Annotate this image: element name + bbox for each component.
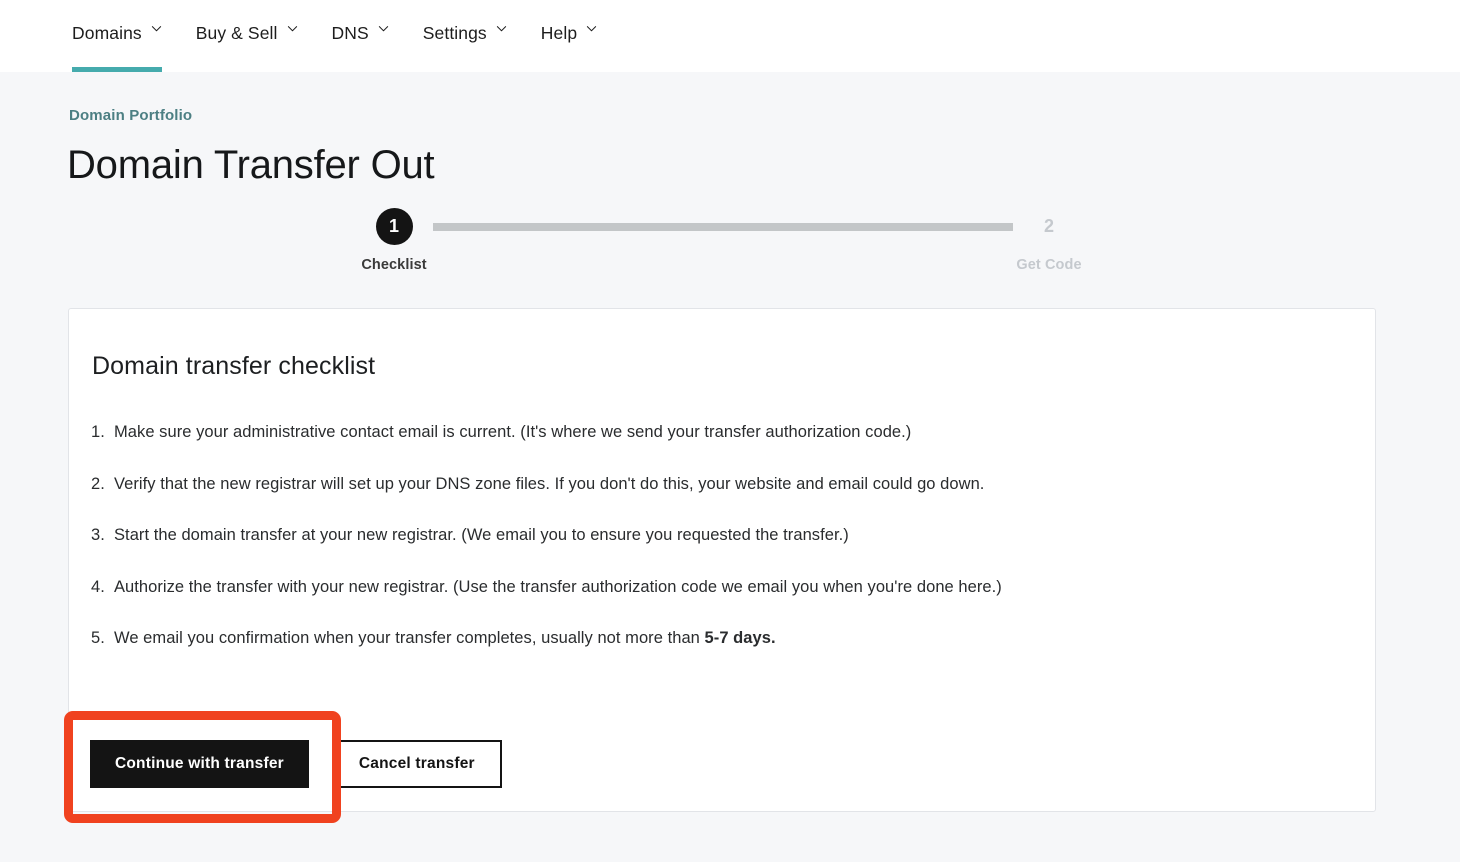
nav-item-help[interactable]: Help bbox=[541, 0, 597, 72]
list-item-number: 3. bbox=[91, 526, 105, 544]
chevron-down-icon bbox=[586, 23, 597, 34]
chevron-down-icon bbox=[496, 23, 507, 34]
continue-with-transfer-button[interactable]: Continue with transfer bbox=[90, 740, 309, 788]
progress-stepper: 1 Checklist 2 Get Code bbox=[361, 208, 1086, 288]
list-item-number: 1. bbox=[91, 423, 105, 441]
list-item-number: 5. bbox=[91, 629, 105, 647]
checklist-items: 1. Make sure your administrative contact… bbox=[91, 421, 1351, 679]
top-navigation-bar: Domains Buy & Sell DNS Settings Help bbox=[0, 0, 1460, 72]
cancel-transfer-button[interactable]: Cancel transfer bbox=[331, 740, 502, 788]
nav-item-label: Help bbox=[540, 23, 578, 43]
active-tab-underline bbox=[72, 67, 162, 72]
step-label: Checklist bbox=[361, 257, 427, 273]
step-number-badge: 1 bbox=[375, 208, 413, 245]
nav-item-domains[interactable]: Domains bbox=[72, 0, 162, 72]
list-item-text: Verify that the new registrar will set u… bbox=[114, 474, 985, 493]
list-item-text: Authorize the transfer with your new reg… bbox=[114, 577, 1002, 596]
nav-item-settings[interactable]: Settings bbox=[423, 0, 507, 72]
list-item: 3. Start the domain transfer at your new… bbox=[91, 524, 1351, 546]
action-button-group: Continue with transfer Cancel transfer bbox=[90, 740, 502, 788]
list-item: 5. We email you confirmation when your t… bbox=[91, 627, 1351, 649]
list-item: 1. Make sure your administrative contact… bbox=[91, 421, 1351, 443]
list-item-text: We email you confirmation when your tran… bbox=[114, 629, 705, 647]
list-item-text: Start the domain transfer at your new re… bbox=[114, 526, 849, 544]
chevron-down-icon bbox=[378, 23, 389, 34]
list-item: 2. Verify that the new registrar will se… bbox=[91, 473, 1351, 495]
checklist-card: Domain transfer checklist 1. Make sure y… bbox=[68, 308, 1376, 812]
nav-item-buy-and-sell[interactable]: Buy & Sell bbox=[196, 0, 298, 72]
page-title: Domain Transfer Out bbox=[67, 143, 435, 187]
list-item: 4. Authorize the transfer with your new … bbox=[91, 576, 1351, 598]
step-label: Get Code bbox=[1016, 257, 1082, 273]
list-item-number: 4. bbox=[91, 577, 105, 596]
nav-item-dns[interactable]: DNS bbox=[332, 0, 389, 72]
nav-item-label: Domains bbox=[72, 23, 142, 43]
card-title: Domain transfer checklist bbox=[92, 352, 376, 380]
nav-item-label: Buy & Sell bbox=[195, 23, 278, 43]
nav-item-label: Settings bbox=[422, 23, 487, 43]
stepper-step-get-code: 2 Get Code bbox=[989, 208, 1109, 273]
chevron-down-icon bbox=[287, 23, 298, 34]
chevron-down-icon bbox=[151, 23, 162, 34]
nav-item-label: DNS bbox=[331, 23, 369, 43]
list-item-text: Make sure your administrative contact em… bbox=[114, 423, 912, 441]
stepper-progress-bar bbox=[433, 223, 1013, 231]
nav-menu: Domains Buy & Sell DNS Settings Help bbox=[72, 0, 631, 72]
list-item-number: 2. bbox=[91, 474, 105, 493]
breadcrumb-domain-portfolio[interactable]: Domain Portfolio bbox=[69, 107, 192, 124]
list-item-bold-text: 5-7 days. bbox=[704, 629, 776, 647]
step-number-badge: 2 bbox=[1043, 216, 1054, 236]
stepper-step-checklist[interactable]: 1 Checklist bbox=[334, 208, 454, 273]
